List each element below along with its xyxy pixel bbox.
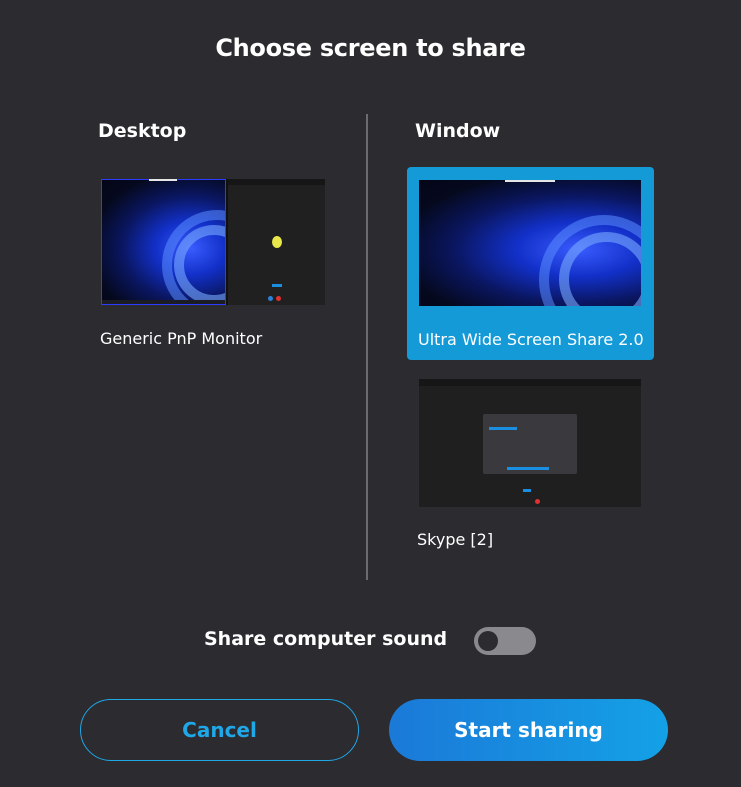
window-source-label: Ultra Wide Screen Share 2.0 — [418, 330, 644, 349]
window-source-ultra-wide-screen-share[interactable]: Ultra Wide Screen Share 2.0 — [407, 167, 654, 360]
start-sharing-button[interactable]: Start sharing — [389, 699, 668, 761]
toggle-knob — [478, 631, 498, 651]
share-sound-label: Share computer sound — [204, 628, 448, 650]
window-thumbnail-ultra-wide — [419, 180, 641, 306]
share-sound-toggle[interactable] — [474, 627, 536, 655]
window-source-label: Skype [2] — [417, 530, 494, 549]
cancel-button[interactable]: Cancel — [80, 699, 359, 761]
window-heading: Window — [415, 120, 501, 142]
desktop-source-label: Generic PnP Monitor — [100, 329, 263, 348]
desktop-thumbnail — [101, 179, 325, 305]
dialog-title: Choose screen to share — [215, 34, 526, 62]
desktop-heading: Desktop — [98, 120, 187, 142]
window-thumbnail-skype — [419, 379, 641, 507]
column-divider — [366, 114, 368, 580]
